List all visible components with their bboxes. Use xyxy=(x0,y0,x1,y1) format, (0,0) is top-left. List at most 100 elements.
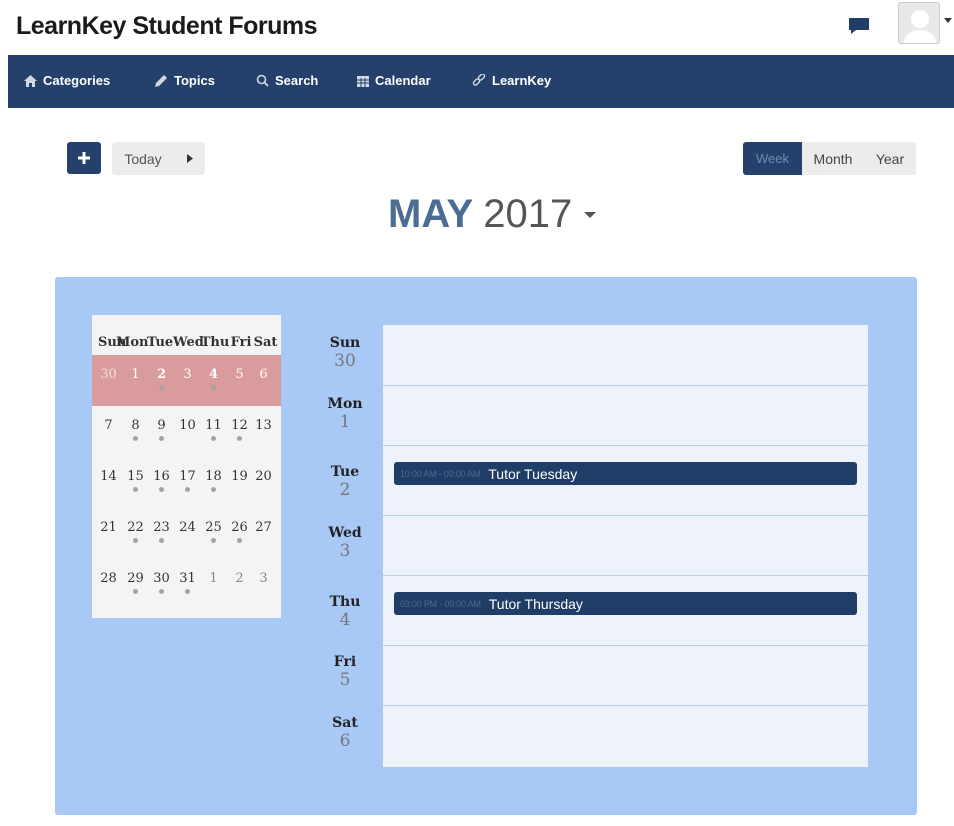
mini-week-row[interactable]: 28 29 30 31 1 2 3 xyxy=(92,559,281,610)
mini-day-cell[interactable]: 21 xyxy=(95,520,122,535)
mini-day-cell[interactable]: 3 xyxy=(174,367,201,382)
mini-day-cell[interactable]: 13 xyxy=(250,418,277,433)
nav-categories[interactable]: Categories xyxy=(24,73,110,88)
avatar[interactable] xyxy=(898,2,940,44)
mini-day-cell[interactable]: 30 xyxy=(95,367,122,382)
event-indicator-dot xyxy=(211,436,216,441)
mini-day-cell[interactable]: 7 xyxy=(95,418,122,433)
today-button[interactable]: Today xyxy=(112,142,174,175)
mini-day-cell[interactable]: 17 xyxy=(174,469,201,484)
mini-day-cell[interactable]: 5 xyxy=(226,367,253,382)
nav-label-topics: Topics xyxy=(174,73,215,88)
mini-day-cell[interactable]: 18 xyxy=(200,469,227,484)
mini-day-cell[interactable]: 16 xyxy=(148,469,175,484)
mini-day-cell[interactable]: 15 xyxy=(122,469,149,484)
event-title: Tutor Thursday xyxy=(488,595,583,612)
day-label-sun[interactable]: Sun 30 xyxy=(320,335,370,371)
mini-weekday-fri: Fri xyxy=(230,335,252,350)
add-event-button[interactable] xyxy=(67,142,101,174)
mini-day-cell[interactable]: 11 xyxy=(200,418,227,433)
event-indicator-dot xyxy=(237,538,242,543)
day-name: Sun xyxy=(329,335,361,351)
main-navbar: Categories Topics Search Calendar LearnK… xyxy=(8,55,954,108)
mini-day-cell[interactable]: 12 xyxy=(226,418,253,433)
week-row-divider xyxy=(383,445,868,446)
mini-week-row-current[interactable]: 30 1 2 3 4 5 6 xyxy=(92,355,281,406)
mini-day-cell[interactable]: 2 xyxy=(148,367,175,382)
event-tutor-thursday[interactable]: 03:00 PM - 09:00 AM Tutor Thursday xyxy=(394,592,857,615)
next-button[interactable] xyxy=(174,142,205,175)
mini-day-cell[interactable]: 24 xyxy=(174,520,201,535)
mini-week-row[interactable]: 21 22 23 24 25 26 27 xyxy=(92,508,281,559)
mini-day-cell[interactable]: 1 xyxy=(122,367,149,382)
nav-search[interactable]: Search xyxy=(256,73,318,88)
mini-day-cell[interactable]: 25 xyxy=(200,520,227,535)
nav-label-learnkey: LearnKey xyxy=(492,73,552,88)
link-icon xyxy=(472,73,486,86)
event-indicator-dot xyxy=(185,589,190,594)
event-indicator-dot xyxy=(133,487,138,492)
nav-calendar[interactable]: Calendar xyxy=(357,73,431,88)
mini-day-cell[interactable]: 22 xyxy=(122,520,149,535)
mini-day-cell[interactable]: 9 xyxy=(148,418,175,433)
event-indicator-dot xyxy=(185,487,190,492)
mini-day-cell[interactable]: 23 xyxy=(148,520,175,535)
day-name: Tue xyxy=(330,464,360,480)
week-row-divider xyxy=(383,515,868,516)
day-label-wed[interactable]: Wed 3 xyxy=(320,525,370,561)
mini-day-cell[interactable]: 19 xyxy=(226,469,253,484)
user-silhouette-icon xyxy=(903,10,937,43)
day-label-tue[interactable]: Tue 2 xyxy=(320,464,370,500)
event-indicator-dot xyxy=(159,385,164,390)
mini-day-cell[interactable]: 2 xyxy=(226,571,253,586)
view-month-button[interactable]: Month xyxy=(802,142,864,175)
mini-day-cell[interactable]: 6 xyxy=(250,367,277,382)
mini-day-cell[interactable]: 14 xyxy=(95,469,122,484)
view-year-button[interactable]: Year xyxy=(864,142,916,175)
month-year-selector[interactable]: MAY 2017 xyxy=(388,192,597,237)
event-indicator-dot xyxy=(159,487,164,492)
mini-day-cell[interactable]: 31 xyxy=(174,571,201,586)
mini-weekday-sun: Sun xyxy=(98,335,127,350)
day-label-thu[interactable]: Thu 4 xyxy=(320,594,370,630)
mini-day-cell[interactable]: 29 xyxy=(122,571,149,586)
day-number: 5 xyxy=(339,670,351,690)
mini-day-cell[interactable]: 1 xyxy=(200,571,227,586)
mini-day-cell[interactable]: 8 xyxy=(122,418,149,433)
week-row-divider xyxy=(383,645,868,646)
event-time: 03:00 PM - 09:00 AM xyxy=(400,598,481,609)
mini-weekday-mon: Mon xyxy=(116,335,149,350)
mini-day-cell[interactable]: 28 xyxy=(95,571,122,586)
day-label-fri[interactable]: Fri 5 xyxy=(320,654,370,690)
event-time: 10:00 AM - 09:00 AM xyxy=(400,468,481,479)
day-name: Sat xyxy=(332,715,358,731)
mini-day-cell[interactable]: 4 xyxy=(200,367,227,382)
mini-day-cell[interactable]: 10 xyxy=(174,418,201,433)
mini-week-row[interactable]: 14 15 16 17 18 19 20 xyxy=(92,457,281,508)
event-indicator-dot xyxy=(133,589,138,594)
search-icon xyxy=(256,74,269,87)
mini-week-row[interactable]: 7 8 9 10 11 12 13 xyxy=(92,406,281,457)
day-number: 6 xyxy=(339,731,351,751)
view-week-button[interactable]: Week xyxy=(743,142,802,175)
mini-day-cell[interactable]: 26 xyxy=(226,520,253,535)
avatar-caret-icon[interactable] xyxy=(944,18,952,23)
nav-label-categories: Categories xyxy=(43,73,111,88)
event-indicator-dot xyxy=(159,538,164,543)
event-indicator-dot xyxy=(159,589,164,594)
day-label-mon[interactable]: Mon 1 xyxy=(320,396,370,432)
nav-learnkey[interactable]: LearnKey xyxy=(472,73,551,88)
mini-weekday-thu: Thu xyxy=(200,335,230,350)
year-label: 2017 xyxy=(483,192,573,236)
event-indicator-dot xyxy=(211,385,216,390)
site-title[interactable]: LearnKey Student Forums xyxy=(16,12,318,41)
event-tutor-tuesday[interactable]: 10:00 AM - 09:00 AM Tutor Tuesday xyxy=(394,462,857,485)
day-label-sat[interactable]: Sat 6 xyxy=(320,715,370,751)
mini-day-cell[interactable]: 30 xyxy=(148,571,175,586)
mini-day-cell[interactable]: 3 xyxy=(250,571,277,586)
nav-topics[interactable]: Topics xyxy=(154,73,215,88)
mini-day-cell[interactable]: 20 xyxy=(250,469,277,484)
chat-bubble-icon[interactable] xyxy=(848,17,870,35)
mini-weekday-wed: Wed xyxy=(173,335,204,350)
mini-day-cell[interactable]: 27 xyxy=(250,520,277,535)
